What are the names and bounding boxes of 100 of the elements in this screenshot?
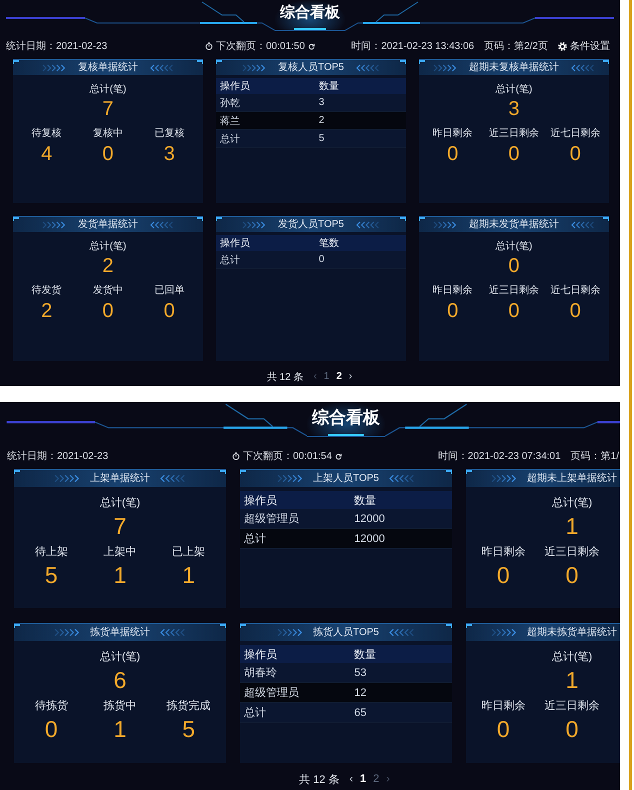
stat-label: 上架中 (103, 546, 136, 559)
page-button[interactable]: 2 (335, 369, 343, 385)
table-cell-text: 12 (353, 686, 368, 698)
stat-value: 5 (44, 562, 58, 588)
stat-label: 复核中 (92, 128, 123, 140)
chevrons-left-icon (160, 628, 186, 637)
page-button[interactable]: 2 (372, 771, 380, 787)
total-value: 3 (508, 97, 520, 121)
stat-label: 昨日剩余 (432, 285, 473, 297)
stat-label: 待复核 (32, 128, 62, 140)
chevrons-right-icon (54, 628, 80, 637)
page-indicator: 页码：第2/2页 (484, 40, 548, 53)
stat-label: 昨日剩余 (432, 128, 473, 140)
column-header: 数量 (318, 80, 340, 93)
stat-value: 0 (496, 562, 510, 588)
table-cell-text: 总计 (243, 532, 267, 546)
refresh-icon[interactable] (308, 42, 315, 50)
total-label: 总计(笔) (496, 84, 532, 96)
timer-icon (232, 452, 240, 460)
chevrons-left-icon (150, 64, 174, 72)
dashboard-title: 综合看板 (275, 0, 345, 31)
stat-value: 5 (182, 716, 196, 742)
settings-button[interactable]: 条件设置 (558, 39, 610, 53)
stat-value: 0 (508, 299, 520, 323)
stat-value: 0 (447, 299, 458, 323)
table-cell-text: 总计 (243, 706, 267, 720)
chevrons-right-icon (54, 474, 80, 483)
table-cell-text: 超级管理员 (243, 686, 300, 700)
stat-label: 近三日剩余 (544, 700, 600, 713)
table-cell-text: 蒋兰 (219, 114, 241, 128)
panel-title: 发货单据统计 (78, 218, 138, 230)
refresh-icon[interactable] (334, 452, 342, 460)
total-value: 2 (102, 254, 114, 278)
countdown-text: 下次翻页：00:01:54 (243, 450, 332, 463)
stat-label: 近七日剩余 (550, 285, 600, 297)
stat-label: 近三日剩余 (488, 285, 539, 297)
stat-value: 0 (570, 142, 581, 166)
stat-value: 0 (102, 299, 114, 323)
total-label: 总计(笔) (552, 497, 592, 510)
prev-page-button[interactable]: ‹ (348, 771, 354, 787)
chevrons-left-icon (388, 474, 415, 483)
stat-label: 近三日剩余 (488, 128, 539, 140)
stat-value: 0 (164, 299, 175, 323)
total-label: 总计(笔) (100, 497, 140, 510)
page-button[interactable]: 1 (359, 771, 368, 787)
column-header: 笔数 (318, 237, 340, 250)
table-cell-text: 总计 (219, 132, 241, 146)
column-header: 操作员 (219, 237, 251, 250)
panel-title: 发货人员TOP5 (278, 218, 344, 230)
chevrons-left-icon (571, 220, 595, 228)
total-label: 总计(笔) (496, 241, 532, 253)
panel-title: 超期未发货单据统计 (469, 218, 559, 230)
stat-value: 0 (447, 142, 458, 166)
chevrons-right-icon (242, 220, 266, 228)
table-cell-text: 总计 (219, 254, 241, 266)
chevrons-right-icon (277, 628, 304, 637)
column-header: 数量 (353, 648, 378, 662)
chevrons-right-icon (42, 64, 66, 72)
date-text: 统计日期：2021-02-23 (6, 41, 108, 52)
stat-value: 0 (496, 716, 510, 742)
chevrons-right-icon (242, 64, 266, 72)
panel-title: 上架人员TOP5 (313, 472, 379, 484)
total-label: 总计(笔) (90, 84, 126, 96)
chevrons-right-icon (277, 474, 304, 483)
stat-label: 待上架 (34, 546, 68, 559)
stat-value: 0 (570, 299, 581, 323)
stat-label: 待发货 (32, 285, 62, 297)
table-cell-text: 5 (318, 133, 326, 144)
dashboard-title: 综合看板 (307, 402, 385, 437)
stat-label: 拣货完成 (166, 700, 211, 713)
total-value: 1 (566, 667, 578, 693)
gear-icon (558, 42, 567, 50)
total-value: 1 (566, 513, 578, 539)
chevrons-left-icon (356, 64, 380, 72)
table-cell-text: 0 (318, 254, 326, 265)
total-label: 总计(笔) (100, 651, 140, 664)
chevrons-left-icon (571, 64, 595, 72)
total-value: 6 (114, 667, 126, 693)
stat-value: 1 (114, 716, 126, 742)
total-value: 0 (508, 254, 520, 278)
chevrons-left-icon (388, 628, 415, 637)
next-page-button[interactable]: › (348, 369, 354, 385)
page-button[interactable]: 1 (322, 369, 330, 385)
stat-value: 0 (566, 716, 578, 742)
stat-value: 1 (114, 562, 126, 588)
panel-title: 复核单据统计 (78, 62, 138, 74)
stat-label: 已复核 (154, 128, 184, 140)
stat-value: 2 (41, 299, 52, 323)
table-cell-text: 超级管理员 (243, 512, 300, 526)
stat-label: 拣货中 (103, 700, 136, 713)
date-text: 统计日期：2021-02-23 (7, 451, 108, 462)
chevrons-right-icon (491, 628, 517, 637)
stat-label: 发货中 (92, 285, 123, 297)
chevrons-right-icon (433, 64, 457, 72)
chevrons-right-icon (42, 220, 66, 228)
chevrons-left-icon (356, 220, 380, 228)
chevrons-right-icon (491, 474, 517, 483)
total-label: 总计(笔) (90, 241, 126, 253)
page-indicator: 页码：第1/ (570, 450, 619, 463)
stat-label: 待拣货 (34, 700, 68, 713)
